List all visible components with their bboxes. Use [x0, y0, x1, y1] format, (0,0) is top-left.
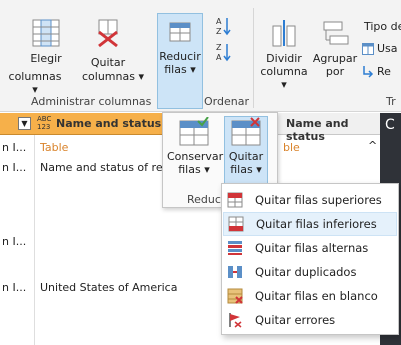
grid-vline — [34, 135, 35, 345]
menu-item-remove-alternate-rows[interactable]: Quitar filas alternas — [223, 236, 397, 260]
split-column-icon — [272, 20, 296, 47]
sort-ascending-icon: A Z — [216, 17, 231, 36]
menu-item-remove-top-rows[interactable]: Quitar filas superiores — [223, 188, 397, 212]
menu-item-remove-errors[interactable]: Quitar errores — [223, 308, 397, 332]
sort-ascending-button[interactable]: A Z — [214, 16, 232, 38]
menu-item-label: Quitar filas superiores — [255, 193, 382, 207]
menu-item-label: Quitar filas alternas — [255, 241, 369, 255]
row-left-cell: n I... — [2, 281, 27, 294]
right-pane-letter: C — [385, 117, 395, 133]
column-filter-button[interactable]: ▼ — [18, 117, 31, 130]
ribbon: Elegir columnas ▾ Quitar columnas ▾ Redu… — [0, 0, 401, 112]
use-first-row-label: Usa — [377, 42, 398, 55]
table-header-icon — [362, 42, 374, 55]
svg-text:Z: Z — [216, 43, 222, 52]
keep-rows-button[interactable]: Conservar filas ▾ — [167, 117, 224, 187]
row-left-cell: n I... — [2, 141, 27, 154]
remove-top-rows-icon — [223, 188, 247, 212]
choose-columns-dropdown-label: columnas ▾ — [8, 70, 62, 96]
remove-rows-label: Quitar — [228, 150, 264, 163]
menu-item-remove-bottom-rows[interactable]: Quitar filas inferiores — [223, 212, 397, 236]
remove-rows-icon — [231, 117, 261, 146]
group-label-transform: Tr — [386, 95, 396, 108]
scroll-up-icon[interactable]: ^ — [368, 139, 377, 152]
use-first-row-button[interactable]: Usa — [362, 42, 398, 55]
remove-alternate-rows-icon — [223, 236, 247, 260]
remove-blank-rows-icon — [223, 284, 247, 308]
menu-item-label: Quitar duplicados — [255, 265, 357, 279]
reduce-rows-dropdown-label: filas ▾ — [164, 63, 196, 76]
group-by-label: Agrupar — [312, 52, 358, 65]
table-cell: United States of America — [40, 281, 178, 294]
svg-text:Z: Z — [216, 27, 222, 36]
group-by-button[interactable]: Agrupar por — [312, 18, 358, 92]
menu-item-label: Quitar errores — [255, 313, 336, 327]
reduce-rows-button[interactable]: Reducir filas ▾ — [157, 13, 203, 109]
choose-columns-icon — [32, 19, 60, 47]
svg-text:A: A — [216, 53, 222, 62]
menu-item-remove-duplicates[interactable]: Quitar duplicados — [223, 260, 397, 284]
replace-values-button[interactable]: Re — [362, 64, 391, 78]
column-header-2[interactable]: Name and status — [278, 113, 380, 143]
choose-columns-label2[interactable]: columnas ▾ — [6, 70, 64, 96]
remove-rows-dropdown-label: filas ▾ — [230, 163, 262, 176]
data-type-label: Tipo de — [364, 20, 401, 33]
table-link-cell-2[interactable]: ble — [283, 141, 300, 154]
remove-columns-label: Quitar — [90, 56, 126, 69]
remove-errors-icon — [223, 308, 247, 332]
group-label-ordenar: Ordenar — [204, 95, 249, 108]
row-left-cell: n I... — [2, 235, 27, 248]
replace-values-icon — [363, 66, 374, 78]
choose-columns-label: Elegir — [30, 52, 62, 65]
sort-descending-icon: Z A — [216, 43, 231, 62]
remove-columns-dropdown-label: columnas ▾ — [82, 70, 144, 83]
ribbon-separator — [253, 8, 254, 108]
column-header-label-2: Name and status — [286, 117, 349, 143]
group-by-icon — [323, 21, 349, 45]
remove-columns-button[interactable]: Quitar — [78, 18, 138, 69]
split-column-dropdown-label: columna ▾ — [260, 65, 308, 91]
remove-bottom-rows-icon — [224, 212, 248, 236]
replace-values-label: Re — [377, 64, 391, 78]
remove-columns-icon — [98, 19, 118, 48]
sort-descending-button[interactable]: Z A — [214, 42, 232, 64]
menu-item-label: Quitar filas inferiores — [256, 217, 377, 231]
row-left-cell: n I... — [2, 161, 27, 174]
reduce-rows-icon — [169, 22, 191, 42]
remove-rows-button[interactable]: Quitar filas ▾ — [224, 116, 268, 188]
table-cell: Name and status of re — [40, 161, 162, 174]
svg-text:A: A — [216, 17, 222, 26]
keep-rows-icon — [179, 117, 209, 146]
group-by-label2: por — [325, 65, 345, 78]
keep-rows-dropdown-label: filas ▾ — [178, 163, 210, 176]
table-link-cell[interactable]: Table — [40, 141, 68, 154]
keep-rows-label: Conservar — [167, 150, 224, 163]
menu-item-label: Quitar filas en blanco — [255, 289, 378, 303]
remove-duplicates-icon — [223, 260, 247, 284]
remove-rows-menu: Quitar filas superiores Quitar filas inf… — [221, 183, 399, 335]
menu-item-remove-blank-rows[interactable]: Quitar filas en blanco — [223, 284, 397, 308]
reduce-rows-label: Reducir — [159, 50, 201, 63]
remove-columns-dropdown[interactable]: columnas ▾ — [72, 70, 154, 83]
data-type-button[interactable]: Tipo de — [364, 20, 401, 33]
column-header-label: Name and status — [56, 117, 162, 130]
column-header-1[interactable]: ▼ ABC 123 Name and status — [0, 113, 165, 135]
group-label-administrar: Administrar columnas — [31, 95, 152, 108]
split-column-button[interactable]: Dividir columna ▾ — [258, 18, 310, 92]
split-column-label: Dividir — [266, 52, 302, 65]
column-type-icon: ABC 123 — [37, 115, 52, 131]
